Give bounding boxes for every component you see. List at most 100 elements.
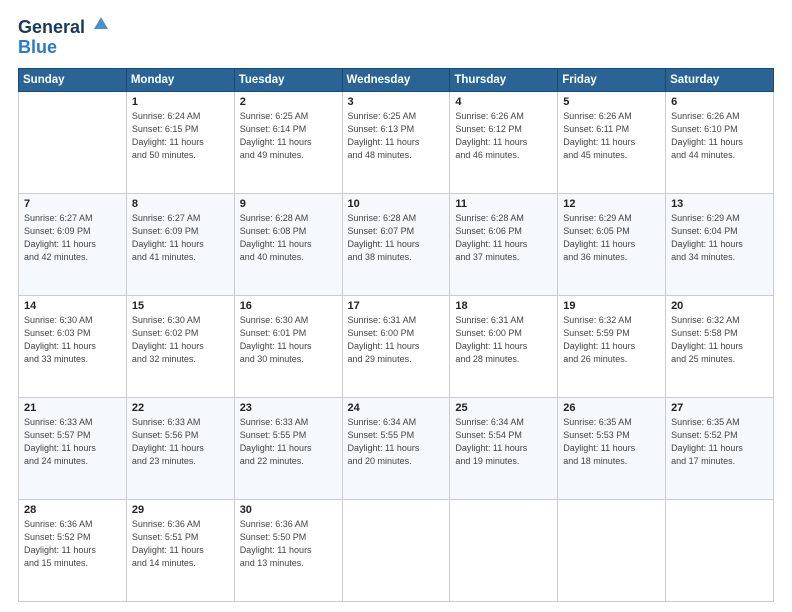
day-cell-10: 10 Sunrise: 6:28 AMSunset: 6:07 PMDayligh… bbox=[342, 193, 450, 295]
day-cell-24: 24 Sunrise: 6:34 AMSunset: 5:55 PMDayligh… bbox=[342, 397, 450, 499]
day-number: 2 bbox=[240, 96, 337, 108]
sunrise-text: Sunrise: 6:32 AM bbox=[563, 314, 660, 327]
sunset-text: Sunset: 6:04 PM bbox=[671, 225, 768, 238]
day-cell-20: 20Sunrise: 6:32 AMSunset: 5:58 PMDayligh… bbox=[666, 295, 774, 397]
daylight-line1: Daylight: 11 hours bbox=[348, 442, 445, 455]
day-cell-13: 13 Sunrise: 6:29 AMSunset: 6:04 PMDayligh… bbox=[666, 193, 774, 295]
day-cell-19: 19Sunrise: 6:32 AMSunset: 5:59 PMDayligh… bbox=[558, 295, 666, 397]
sunrise-text: Sunrise: 6:31 AM bbox=[455, 314, 552, 327]
day-info: Sunrise: 6:30 AMSunset: 6:02 PMDaylight:… bbox=[132, 314, 229, 366]
day-info: Sunrise: 6:30 AMSunset: 6:03 PMDaylight:… bbox=[24, 314, 121, 366]
day-number: 17 bbox=[348, 300, 445, 312]
day-cell-22: 22Sunrise: 6:33 AMSunset: 5:56 PMDayligh… bbox=[126, 397, 234, 499]
weekday-tuesday: Tuesday bbox=[234, 68, 342, 91]
week-row-4: 21Sunrise: 6:33 AMSunset: 5:57 PMDayligh… bbox=[19, 397, 774, 499]
day-cell-26: 26 Sunrise: 6:35 AMSunset: 5:53 PMDayligh… bbox=[558, 397, 666, 499]
day-number: 3 bbox=[348, 96, 445, 108]
day-info: Sunrise: 6:36 AMSunset: 5:51 PMDaylight:… bbox=[132, 518, 229, 570]
daylight-line2: and 38 minutes. bbox=[348, 251, 445, 264]
sunrise-text: Sunrise: 6:30 AM bbox=[132, 314, 229, 327]
sunset-text: Sunset: 6:13 PM bbox=[348, 123, 445, 136]
day-cell-4: 4Sunrise: 6:26 AMSunset: 6:12 PMDaylight… bbox=[450, 91, 558, 193]
sunset-text: Sunset: 5:52 PM bbox=[24, 531, 121, 544]
day-cell-28: 28Sunrise: 6:36 AMSunset: 5:52 PMDayligh… bbox=[19, 499, 127, 601]
sunset-text: Sunset: 5:57 PM bbox=[24, 429, 121, 442]
daylight-line1: Daylight: 11 hours bbox=[455, 238, 552, 251]
sunrise-text: Sunrise: 6:29 AM bbox=[671, 212, 768, 225]
day-number: 10 bbox=[348, 198, 445, 210]
sunrise-text: Sunrise: 6:34 AM bbox=[455, 416, 552, 429]
daylight-line2: and 24 minutes. bbox=[24, 455, 121, 468]
day-cell-17: 17 Sunrise: 6:31 AMSunset: 6:00 PMDayligh… bbox=[342, 295, 450, 397]
sunset-text: Sunset: 6:14 PM bbox=[240, 123, 337, 136]
day-number: 22 bbox=[132, 402, 229, 414]
daylight-line1: Daylight: 11 hours bbox=[132, 544, 229, 557]
daylight-line1: Daylight: 11 hours bbox=[563, 442, 660, 455]
day-info: Sunrise: 6:35 AMSunset: 5:53 PMDaylight:… bbox=[563, 416, 660, 468]
empty-cell bbox=[558, 499, 666, 601]
weekday-sunday: Sunday bbox=[19, 68, 127, 91]
day-cell-14: 14Sunrise: 6:30 AMSunset: 6:03 PMDayligh… bbox=[19, 295, 127, 397]
daylight-line2: and 18 minutes. bbox=[563, 455, 660, 468]
day-info: Sunrise: 6:27 AMSunset: 6:09 PMDaylight:… bbox=[132, 212, 229, 264]
day-cell-12: 12Sunrise: 6:29 AMSunset: 6:05 PMDayligh… bbox=[558, 193, 666, 295]
day-number: 4 bbox=[455, 96, 552, 108]
daylight-line1: Daylight: 11 hours bbox=[563, 136, 660, 149]
day-number: 12 bbox=[563, 198, 660, 210]
daylight-line1: Daylight: 11 hours bbox=[348, 238, 445, 251]
sunrise-text: Sunrise: 6:31 AM bbox=[348, 314, 445, 327]
day-number: 21 bbox=[24, 402, 121, 414]
daylight-line1: Daylight: 11 hours bbox=[240, 544, 337, 557]
daylight-line2: and 30 minutes. bbox=[240, 353, 337, 366]
day-number: 15 bbox=[132, 300, 229, 312]
day-cell-9: 9Sunrise: 6:28 AMSunset: 6:08 PMDaylight… bbox=[234, 193, 342, 295]
sunset-text: Sunset: 6:00 PM bbox=[348, 327, 445, 340]
week-row-2: 7 Sunrise: 6:27 AMSunset: 6:09 PMDaylight… bbox=[19, 193, 774, 295]
sunset-text: Sunset: 6:00 PM bbox=[455, 327, 552, 340]
sunset-text: Sunset: 5:54 PM bbox=[455, 429, 552, 442]
daylight-line1: Daylight: 11 hours bbox=[132, 442, 229, 455]
day-number: 26 bbox=[563, 402, 660, 414]
day-info: Sunrise: 6:31 AMSunset: 6:00 PMDaylight:… bbox=[348, 314, 445, 366]
daylight-line1: Daylight: 11 hours bbox=[240, 442, 337, 455]
day-number: 25 bbox=[455, 402, 552, 414]
day-info: Sunrise: 6:36 AMSunset: 5:50 PMDaylight:… bbox=[240, 518, 337, 570]
logo-icon bbox=[92, 15, 110, 33]
day-info: Sunrise: 6:29 AMSunset: 6:04 PMDaylight:… bbox=[671, 212, 768, 264]
sunrise-text: Sunrise: 6:32 AM bbox=[671, 314, 768, 327]
daylight-line2: and 45 minutes. bbox=[563, 149, 660, 162]
day-info: Sunrise: 6:34 AMSunset: 5:55 PMDaylight:… bbox=[348, 416, 445, 468]
day-info: Sunrise: 6:28 AMSunset: 6:07 PMDaylight:… bbox=[348, 212, 445, 264]
daylight-line2: and 46 minutes. bbox=[455, 149, 552, 162]
day-info: Sunrise: 6:28 AMSunset: 6:08 PMDaylight:… bbox=[240, 212, 337, 264]
daylight-line2: and 49 minutes. bbox=[240, 149, 337, 162]
day-info: Sunrise: 6:32 AMSunset: 5:59 PMDaylight:… bbox=[563, 314, 660, 366]
sunset-text: Sunset: 6:02 PM bbox=[132, 327, 229, 340]
daylight-line2: and 26 minutes. bbox=[563, 353, 660, 366]
sunrise-text: Sunrise: 6:25 AM bbox=[348, 110, 445, 123]
daylight-line1: Daylight: 11 hours bbox=[132, 340, 229, 353]
daylight-line2: and 13 minutes. bbox=[240, 557, 337, 570]
day-number: 13 bbox=[671, 198, 768, 210]
week-row-3: 14Sunrise: 6:30 AMSunset: 6:03 PMDayligh… bbox=[19, 295, 774, 397]
daylight-line2: and 42 minutes. bbox=[24, 251, 121, 264]
day-cell-23: 23Sunrise: 6:33 AMSunset: 5:55 PMDayligh… bbox=[234, 397, 342, 499]
day-number: 16 bbox=[240, 300, 337, 312]
sunset-text: Sunset: 5:52 PM bbox=[671, 429, 768, 442]
sunset-text: Sunset: 5:59 PM bbox=[563, 327, 660, 340]
daylight-line1: Daylight: 11 hours bbox=[24, 442, 121, 455]
day-number: 24 bbox=[348, 402, 445, 414]
daylight-line1: Daylight: 11 hours bbox=[348, 340, 445, 353]
day-info: Sunrise: 6:30 AMSunset: 6:01 PMDaylight:… bbox=[240, 314, 337, 366]
daylight-line1: Daylight: 11 hours bbox=[240, 340, 337, 353]
daylight-line2: and 32 minutes. bbox=[132, 353, 229, 366]
sunset-text: Sunset: 6:09 PM bbox=[132, 225, 229, 238]
day-number: 7 bbox=[24, 198, 121, 210]
sunrise-text: Sunrise: 6:35 AM bbox=[563, 416, 660, 429]
sunset-text: Sunset: 6:12 PM bbox=[455, 123, 552, 136]
daylight-line2: and 50 minutes. bbox=[132, 149, 229, 162]
day-number: 30 bbox=[240, 504, 337, 516]
day-number: 29 bbox=[132, 504, 229, 516]
day-cell-2: 2Sunrise: 6:25 AMSunset: 6:14 PMDaylight… bbox=[234, 91, 342, 193]
day-info: Sunrise: 6:33 AMSunset: 5:55 PMDaylight:… bbox=[240, 416, 337, 468]
